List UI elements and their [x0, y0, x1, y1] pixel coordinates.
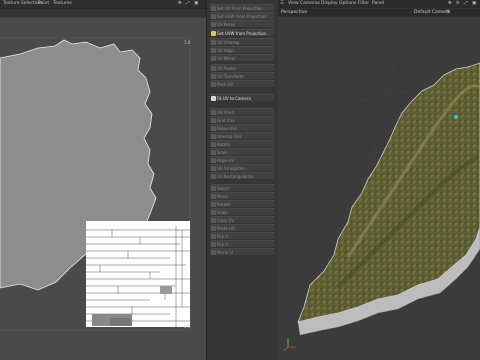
tool-icon [211, 126, 216, 131]
menu-texture-selection[interactable]: Texture Selection [3, 1, 42, 6]
tool-item[interactable]: Align UV [210, 156, 274, 163]
tool-item[interactable]: UV Straighten [210, 164, 274, 171]
rotate-icon[interactable]: ⟳ [456, 1, 461, 6]
tool-item[interactable]: Select [210, 184, 274, 191]
tool-icon [211, 110, 216, 115]
tool-item[interactable]: Paste UV [210, 224, 274, 231]
maximize-icon[interactable]: ▣ [472, 1, 477, 6]
tool-icon [211, 194, 216, 199]
viewport-name: Perspective [281, 10, 308, 15]
zoom-icon[interactable]: ⤢ [186, 1, 191, 6]
tool-item[interactable]: Scale [210, 208, 274, 215]
uv-label-top: 1.0 [184, 40, 191, 45]
tool-item[interactable]: UV Relax [210, 20, 274, 27]
camera-icon: ⊙ [446, 9, 451, 15]
tool-item[interactable]: Unwrap UVs [210, 132, 274, 139]
tool-icon [211, 48, 216, 53]
zoom-icon[interactable]: ⤢ [464, 1, 469, 6]
tool-icon [211, 118, 216, 123]
tool-icon [211, 74, 216, 79]
menu-cameras[interactable]: Cameras [300, 1, 320, 6]
move-icon[interactable]: ✥ [178, 1, 183, 6]
axis-gizmo [283, 339, 296, 352]
tool-icon [211, 250, 216, 255]
tool-item[interactable]: Pack UV [210, 80, 274, 87]
move-icon[interactable]: ✥ [448, 1, 453, 6]
tool-item[interactable]: Set UV From Projection [210, 4, 274, 11]
uv-canvas [0, 37, 191, 331]
tool-item[interactable]: Rotate [210, 140, 274, 147]
tool-item[interactable]: Move [210, 192, 274, 199]
tool-item[interactable]: Scale [210, 148, 274, 155]
tool-item[interactable]: UV Unwrap [210, 38, 274, 45]
set-uvw-from-projection-button[interactable]: Set UVW from Projection... [210, 29, 274, 36]
tool-icon [211, 56, 216, 61]
uv-menubar: Texture Selection Paint Textures ✥ ⤢ ▣ [0, 0, 206, 9]
menu-options[interactable]: Options [339, 1, 356, 6]
tool-icon [211, 174, 216, 179]
tool-icon [211, 40, 216, 45]
menu-filter[interactable]: Filter [358, 1, 369, 6]
camera-icon [211, 96, 216, 101]
tool-icon [211, 134, 216, 139]
tool-item[interactable]: Set UVW From Projection [210, 12, 274, 19]
tool-icon [211, 158, 216, 163]
viewport-menubar: ☰ View Cameras Display Options Filter Pa… [278, 0, 480, 8]
tool-item[interactable]: Flip U [210, 232, 274, 239]
tool-icon [211, 234, 216, 239]
tool-icon [211, 186, 216, 191]
tool-icon [211, 82, 216, 87]
uv-toolbar [0, 9, 206, 17]
tool-icon [211, 226, 216, 231]
tool-icon [211, 202, 216, 207]
tool-item[interactable]: Copy UV [210, 216, 274, 223]
projection-icon [211, 31, 216, 36]
tool-icon [211, 6, 216, 11]
tool-item[interactable]: UV Shell [210, 108, 274, 115]
menu-display[interactable]: Display [321, 1, 338, 6]
perspective-viewport[interactable] [278, 17, 480, 360]
uv-tools-column: Set UV From Projection Set UVW From Proj… [206, 0, 281, 360]
viewport-header: Perspective Default Camera ⊙ [278, 9, 480, 16]
tool-icon [211, 66, 216, 71]
tool-item[interactable]: UV Transform [210, 72, 274, 79]
tool-item[interactable]: UV Rectangularize [210, 172, 274, 179]
tool-icon [211, 150, 216, 155]
tool-item[interactable]: UV Peeler [210, 64, 274, 71]
uv-label-bottom: 1.0 [184, 324, 191, 329]
tool-item[interactable]: Rotate [210, 200, 274, 207]
uv-viewport[interactable]: 1.0 1.0 [0, 18, 206, 360]
tool-item[interactable]: UV Mirror [210, 54, 274, 61]
tool-item[interactable]: Mirror U [210, 248, 274, 255]
tool-icon [211, 166, 216, 171]
tool-icon [211, 14, 216, 19]
tool-icon [211, 22, 216, 27]
tool-item[interactable]: Flip V [210, 240, 274, 247]
tool-icon [211, 242, 216, 247]
tool-item[interactable]: UV Align [210, 46, 274, 53]
terrain-render [278, 17, 480, 360]
tool-item[interactable]: Grid UVs [210, 116, 274, 123]
menu-view[interactable]: View [288, 1, 299, 6]
menu-textures[interactable]: Textures [53, 1, 72, 6]
menu-panel[interactable]: Panel [372, 1, 384, 6]
layout-icon[interactable]: ☰ [280, 1, 285, 6]
tool-icon [211, 142, 216, 147]
menu-paint[interactable]: Paint [38, 1, 49, 6]
fit-uv-to-camera-button[interactable]: Fit UV to Camera [210, 94, 274, 101]
layout-icon[interactable]: ▣ [194, 1, 199, 6]
tool-icon [211, 210, 216, 215]
tool-icon [211, 218, 216, 223]
tool-item[interactable]: Relax UVs [210, 124, 274, 131]
camera-name[interactable]: Default Camera [414, 10, 450, 15]
